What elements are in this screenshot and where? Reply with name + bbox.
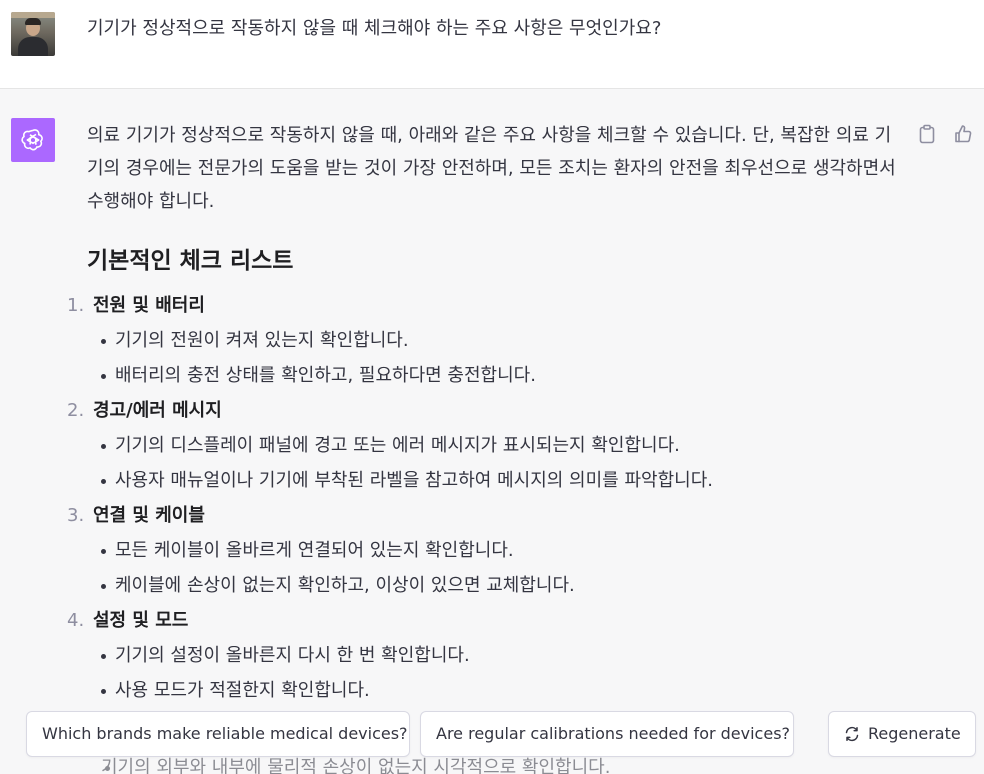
suggestion-chip[interactable]: Are regular calibrations needed for devi…	[420, 711, 794, 757]
checklist: 1. 전원 및 배터리 기기의 전원이 켜져 있는지 확인합니다. 배터리의 충전…	[67, 288, 882, 708]
list-item-title: 전원 및 배터리	[93, 295, 205, 316]
suggestion-chip[interactable]: Which brands make reliable medical devic…	[26, 711, 410, 757]
list-item: 4. 설정 및 모드 기기의 설정이 올바른지 다시 한 번 확인합니다. 사용 …	[67, 603, 882, 708]
list-number: 4.	[67, 610, 85, 631]
checklist-heading: 기본적인 체크 리스트	[87, 248, 294, 274]
thumbs-up-icon[interactable]	[952, 123, 974, 145]
list-item: 1. 전원 및 배터리 기기의 전원이 켜져 있는지 확인합니다. 배터리의 충전…	[67, 288, 882, 393]
assistant-message-content: 의료 기기가 정상적으로 작동하지 않을 때, 아래와 같은 주요 사항을 체크…	[67, 119, 902, 708]
openai-logo-icon	[11, 118, 55, 162]
list-item-title: 연결 및 케이블	[93, 505, 205, 526]
bullet-item: 기기의 전원이 켜져 있는지 확인합니다.	[101, 323, 882, 358]
message-actions	[916, 123, 974, 145]
user-message-text: 기기가 정상적으로 작동하지 않을 때 체크해야 하는 주요 사항은 무엇인가요…	[87, 18, 662, 39]
list-item-title: 경고/에러 메시지	[93, 400, 222, 421]
list-item-title: 설정 및 모드	[93, 610, 189, 631]
user-avatar	[11, 12, 55, 56]
regenerate-button[interactable]: Regenerate	[828, 711, 976, 757]
regenerate-label: Regenerate	[868, 724, 961, 743]
list-item: 2. 경고/에러 메시지 기기의 디스플레이 패널에 경고 또는 에러 메시지가 …	[67, 393, 882, 498]
list-number: 3.	[67, 505, 85, 526]
refresh-icon	[844, 726, 860, 742]
user-message-row: 기기가 정상적으로 작동하지 않을 때 체크해야 하는 주요 사항은 무엇인가요…	[0, 0, 984, 89]
assistant-message-row: 의료 기기가 정상적으로 작동하지 않을 때, 아래와 같은 주요 사항을 체크…	[0, 89, 984, 774]
list-number: 2.	[67, 400, 85, 421]
assistant-intro-paragraph: 의료 기기가 정상적으로 작동하지 않을 때, 아래와 같은 주요 사항을 체크…	[87, 125, 896, 212]
list-item: 3. 연결 및 케이블 모든 케이블이 올바르게 연결되어 있는지 확인합니다. …	[67, 498, 882, 603]
bullet-item: 기기의 디스플레이 패널에 경고 또는 에러 메시지가 표시되는지 확인합니다.	[101, 428, 882, 463]
bullet-item: 사용자 매뉴얼이나 기기에 부착된 라벨을 참고하여 메시지의 의미를 파악합니…	[101, 463, 882, 498]
bullet-item: 배터리의 충전 상태를 확인하고, 필요하다면 충전합니다.	[101, 358, 882, 393]
clipboard-icon[interactable]	[916, 123, 938, 145]
bullet-item: 기기의 설정이 올바른지 다시 한 번 확인합니다.	[101, 638, 882, 673]
chat-page: 기기가 정상적으로 작동하지 않을 때 체크해야 하는 주요 사항은 무엇인가요…	[0, 0, 984, 774]
list-number: 1.	[67, 295, 85, 316]
bullet-item: 케이블에 손상이 없는지 확인하고, 이상이 있으면 교체합니다.	[101, 568, 882, 603]
bullet-item: 모든 케이블이 올바르게 연결되어 있는지 확인합니다.	[101, 533, 882, 568]
